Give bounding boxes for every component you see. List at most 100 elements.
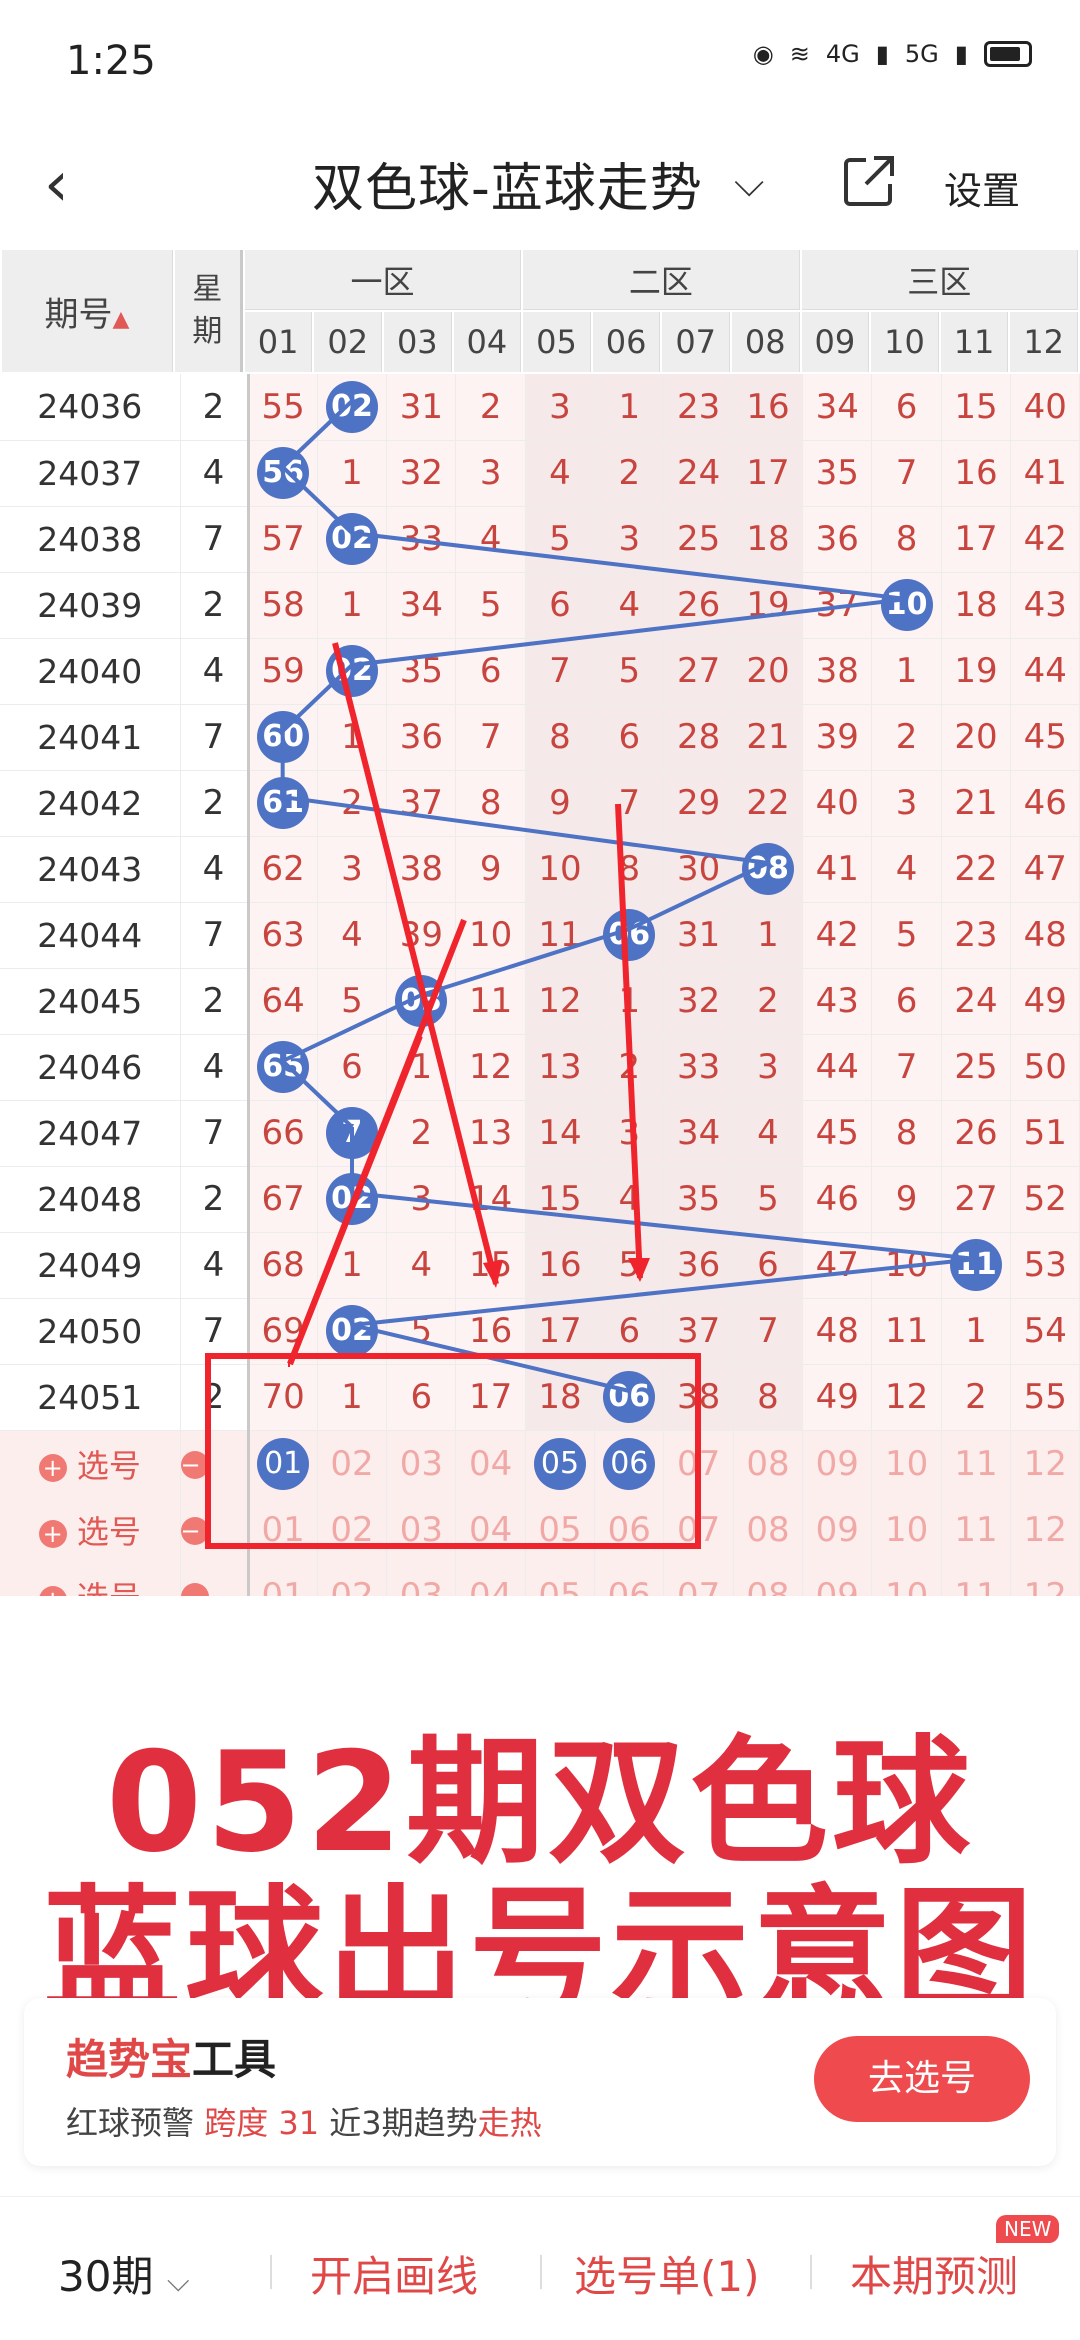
share-icon[interactable] (840, 152, 898, 210)
miss-count: 1 (871, 638, 942, 705)
select-ball[interactable]: 09 (802, 1562, 873, 1596)
select-ball[interactable]: 02 (317, 1562, 388, 1596)
issue-number: 24044 (0, 902, 181, 969)
select-ball[interactable]: 06 (594, 1562, 665, 1596)
weekday: 4 (180, 1232, 250, 1299)
settings-button[interactable]: 设置 (944, 160, 1020, 215)
select-ball[interactable]: 07 (663, 1430, 734, 1497)
go-select-button[interactable]: 去选号 (814, 2036, 1030, 2122)
select-ball[interactable]: 05 (525, 1562, 596, 1596)
select-ball[interactable]: 05 (525, 1496, 596, 1563)
select-ball[interactable]: 08 (733, 1430, 804, 1497)
miss-count: 9 (871, 1166, 942, 1233)
select-ball[interactable]: 12 (1010, 1430, 1080, 1497)
draw-lines-button[interactable]: 开启画线 (310, 2243, 478, 2304)
select-row: + 选号− 010203040506070809101112 (0, 1562, 1080, 1596)
miss-count: 63 (248, 902, 318, 969)
miss-count: 3 (525, 374, 596, 441)
page-title[interactable]: 双色球-蓝球走势 (312, 146, 703, 221)
table-row: 24041 7 60 1 36 7 8 6 28 21 39 2 20 45 (0, 704, 1080, 771)
miss-count: 17 (733, 440, 804, 507)
select-ball[interactable]: 09 (802, 1496, 873, 1563)
miss-count: 62 (248, 836, 318, 903)
grid-header: 期号▲ 星期 一区 二区 三区 01 02 03 04 05 06 07 08 09 10 11 12 (0, 248, 1080, 374)
select-ball[interactable]: 08 (733, 1496, 804, 1563)
minus-icon[interactable]: − (180, 1583, 209, 1596)
miss-count: 13 (525, 1034, 596, 1101)
blue-ball-hit: 02 (317, 506, 388, 573)
issue-sort-header[interactable]: 期号▲ (2, 250, 173, 372)
select-ball[interactable]: 08 (733, 1562, 804, 1596)
select-ball[interactable]: 01 (248, 1562, 318, 1596)
select-ball[interactable]: 04 (455, 1496, 526, 1563)
miss-count: 35 (386, 638, 457, 705)
miss-count: 1 (317, 572, 388, 639)
miss-count: 36 (802, 506, 873, 573)
select-ball[interactable]: 10 (871, 1562, 942, 1596)
select-ball[interactable]: 01 (248, 1496, 318, 1563)
minus-icon[interactable]: − (180, 1451, 209, 1479)
select-ball[interactable]: 10 (871, 1430, 942, 1497)
select-ball[interactable]: 02 (317, 1430, 388, 1497)
miss-count: 4 (455, 506, 526, 573)
miss-count: 4 (594, 572, 665, 639)
zone-1-header: 一区 (244, 250, 522, 310)
minus-icon[interactable]: − (180, 1517, 209, 1545)
miss-count: 31 (663, 902, 734, 969)
weekday: 7 (180, 704, 250, 771)
ball-label: 02 (325, 1305, 378, 1357)
blue-ball-hit: 02 (317, 1298, 388, 1365)
miss-count: 40 (802, 770, 873, 837)
period-selector[interactable]: 30期 ⌵ (58, 2243, 190, 2304)
zone-2-header: 二区 (523, 250, 800, 310)
select-ball[interactable]: 07 (663, 1562, 734, 1596)
select-ball[interactable]: 10 (871, 1496, 942, 1563)
select-ball[interactable]: 03 (386, 1562, 457, 1596)
select-ball[interactable]: 05 (525, 1430, 596, 1497)
miss-count: 49 (802, 1364, 873, 1431)
select-ball[interactable]: 09 (802, 1430, 873, 1497)
miss-count: 58 (248, 572, 318, 639)
select-ball[interactable]: 06 (594, 1430, 665, 1497)
chevron-down-icon[interactable]: ⌵ (734, 160, 764, 206)
select-ball[interactable]: 11 (941, 1496, 1012, 1563)
select-ball[interactable]: 03 (386, 1496, 457, 1563)
miss-count: 5 (317, 968, 388, 1035)
select-ball[interactable]: 12 (1010, 1562, 1080, 1596)
select-ball[interactable]: 12 (1010, 1496, 1080, 1563)
plus-icon[interactable]: + (38, 1519, 67, 1548)
predict-button[interactable]: 本期预测 (850, 2243, 1018, 2304)
issue-number: 24051 (0, 1364, 181, 1431)
miss-count: 5 (455, 572, 526, 639)
ball-label: 06 (603, 1371, 656, 1423)
select-ball[interactable]: 11 (941, 1562, 1012, 1596)
miss-count: 54 (1010, 1298, 1080, 1365)
miss-count: 55 (248, 374, 318, 441)
select-ball[interactable]: 06 (594, 1496, 665, 1563)
miss-count: 10 (455, 902, 526, 969)
miss-count: 2 (455, 374, 526, 441)
issue-number: 24040 (0, 638, 181, 705)
clock: 1:25 (66, 38, 156, 84)
miss-count: 10 (525, 836, 596, 903)
plus-icon[interactable]: + (38, 1453, 67, 1482)
select-ball[interactable]: 01 (248, 1430, 318, 1497)
select-ball[interactable]: 03 (386, 1430, 457, 1497)
pick-list-button[interactable]: 选号单(1) (574, 2243, 760, 2304)
miss-count: 5 (594, 1232, 665, 1299)
select-ball[interactable]: 02 (317, 1496, 388, 1563)
table-row: 24043 4 62 3 38 9 10 8 30 08 41 4 22 47 (0, 836, 1080, 903)
select-ball[interactable]: 04 (455, 1430, 526, 1497)
miss-count: 32 (663, 968, 734, 1035)
trend-tool-card[interactable]: 趋势宝工具 红球预警 跨度 31 近3期趋势走热 去选号 (24, 1998, 1056, 2166)
miss-count: 38 (386, 836, 457, 903)
miss-count: 1 (733, 902, 804, 969)
select-ball[interactable]: 07 (663, 1496, 734, 1563)
issue-number: 24045 (0, 968, 181, 1035)
col-header-04: 04 (453, 312, 522, 372)
plus-icon[interactable]: + (38, 1585, 67, 1596)
back-button[interactable]: ‹ (44, 152, 104, 216)
select-ball[interactable]: 11 (941, 1430, 1012, 1497)
select-ball[interactable]: 04 (455, 1562, 526, 1596)
select-label-cell: + 选号 (0, 1562, 181, 1596)
